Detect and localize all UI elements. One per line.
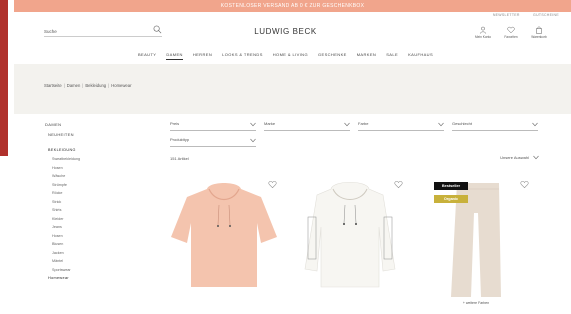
filter-label: Farbe bbox=[358, 121, 369, 126]
filter-label: Produkttyp bbox=[170, 137, 190, 142]
breadcrumb-item[interactable]: Startseite bbox=[44, 83, 62, 88]
nav-item-home-living[interactable]: HOME & LIVING bbox=[273, 52, 308, 60]
account-label: Mein Konto bbox=[474, 35, 492, 39]
product-grid: Bestseller Organic + weitere Farben bbox=[165, 177, 545, 314]
sidebar-item[interactable]: Mäntel bbox=[45, 259, 115, 268]
filter-farbe[interactable]: Farbe bbox=[358, 121, 444, 131]
account-actions: Mein Konto Favoriten Warenkorb bbox=[471, 26, 551, 39]
filter-label: Marke bbox=[264, 121, 276, 126]
bestseller-badge: Bestseller bbox=[434, 182, 468, 190]
product-card[interactable]: Bestseller Organic + weitere Farben bbox=[417, 177, 535, 314]
sidebar-item[interactable]: Blusen bbox=[45, 242, 115, 251]
chevron-down-icon bbox=[344, 122, 350, 127]
sidebar-item[interactable]: Jeans bbox=[45, 225, 115, 234]
nav-item-looks-trends[interactable]: LOOKS & TRENDS bbox=[222, 52, 263, 60]
filter-produkttyp[interactable]: Produkttyp bbox=[170, 137, 256, 147]
nav-item-geschenke[interactable]: GESCHENKE bbox=[318, 52, 347, 60]
chevron-down-icon bbox=[532, 122, 538, 127]
filter-label: Geschlecht bbox=[452, 121, 473, 126]
filter-bar: Preis Marke Farbe Geschlecht Produkttyp bbox=[170, 121, 542, 153]
sidebar-item[interactable]: Hosen bbox=[45, 234, 115, 243]
left-accent-strip bbox=[0, 0, 8, 156]
cart-button[interactable]: Warenkorb bbox=[527, 26, 551, 39]
newsletter-link[interactable]: NEWSLETTER bbox=[493, 13, 520, 17]
sidebar-item[interactable]: Shirts bbox=[45, 208, 115, 217]
chevron-down-icon bbox=[250, 138, 256, 143]
product-image-hoodie-peach[interactable] bbox=[165, 177, 283, 314]
nav-item-damen[interactable]: DAMEN bbox=[166, 52, 183, 60]
product-card[interactable] bbox=[291, 177, 409, 314]
account-button[interactable]: Mein Konto bbox=[471, 26, 495, 39]
sidebar-item[interactable]: Strick bbox=[45, 200, 115, 209]
sidebar-item[interactable]: Röcke bbox=[45, 191, 115, 200]
filter-geschlecht[interactable]: Geschlecht bbox=[452, 121, 538, 131]
result-count: 151 Artikel bbox=[170, 156, 189, 161]
breadcrumb-separator: | bbox=[82, 83, 84, 88]
breadcrumb-item[interactable]: Bekleidung bbox=[85, 83, 106, 88]
main-navigation: BEAUTY DAMEN HERREN LOOKS & TRENDS HOME … bbox=[0, 52, 571, 60]
heart-icon[interactable] bbox=[520, 180, 529, 189]
sort-label: Unsere Auswahl bbox=[500, 155, 529, 160]
nav-item-marken[interactable]: MARKEN bbox=[357, 52, 377, 60]
filter-label: Preis bbox=[170, 121, 180, 126]
bag-icon bbox=[536, 26, 542, 34]
more-colors-label: + weitere Farben bbox=[462, 301, 490, 305]
promo-banner[interactable]: KOSTENLOSER VERSAND AB 0 € ZUR GESCHENKB… bbox=[14, 0, 571, 12]
breadcrumb-separator: | bbox=[63, 83, 65, 88]
sidebar-heading[interactable]: DAMEN bbox=[45, 122, 115, 132]
chevron-down-icon bbox=[438, 122, 444, 127]
breadcrumb-current: Homewear bbox=[111, 83, 132, 88]
sidebar-item[interactable]: Wäsche bbox=[45, 174, 115, 183]
organic-badge: Organic bbox=[434, 195, 468, 203]
sidebar-item[interactable]: Sweatbekleidung bbox=[45, 157, 115, 166]
breadcrumb-separator: | bbox=[108, 83, 110, 88]
sort-dropdown[interactable]: Unsere Auswahl bbox=[500, 155, 539, 160]
product-card[interactable] bbox=[165, 177, 283, 314]
category-sidebar: DAMEN NEUHEITEN BEKLEIDUNG Sweatbekleidu… bbox=[45, 122, 115, 285]
breadcrumb: Startseite | Damen | Bekleidung | Homewe… bbox=[44, 83, 131, 88]
breadcrumb-item[interactable]: Damen bbox=[67, 83, 81, 88]
chevron-down-icon bbox=[250, 122, 256, 127]
nav-item-kaufhaus[interactable]: KAUFHAUS bbox=[408, 52, 433, 60]
favorites-label: Favoriten bbox=[504, 35, 518, 39]
nav-item-beauty[interactable]: BEAUTY bbox=[138, 52, 156, 60]
sidebar-item[interactable]: Sportswear bbox=[45, 268, 115, 277]
filter-marke[interactable]: Marke bbox=[264, 121, 350, 131]
nav-item-sale[interactable]: SALE bbox=[386, 52, 398, 60]
heart-icon[interactable] bbox=[268, 180, 277, 189]
chevron-down-icon bbox=[533, 155, 539, 160]
cart-label: Warenkorb bbox=[531, 35, 547, 39]
sidebar-item[interactable]: Kleider bbox=[45, 217, 115, 226]
sidebar-category-bekleidung[interactable]: BEKLEIDUNG bbox=[45, 148, 115, 157]
heart-icon[interactable] bbox=[394, 180, 403, 189]
sidebar-item[interactable]: Strümpfe bbox=[45, 183, 115, 192]
sidebar-item-homewear-active[interactable]: Homewear bbox=[45, 276, 115, 285]
sidebar-item-neuheiten[interactable]: NEUHEITEN bbox=[45, 132, 115, 148]
favorites-button[interactable]: Favoriten bbox=[499, 26, 523, 39]
gutscheine-link[interactable]: GUTSCHEINE bbox=[533, 13, 559, 17]
sidebar-item[interactable]: Hosen bbox=[45, 166, 115, 175]
sidebar-item[interactable]: Jacken bbox=[45, 251, 115, 260]
breadcrumb-band: Startseite | Damen | Bekleidung | Homewe… bbox=[14, 64, 571, 114]
nav-item-herren[interactable]: HERREN bbox=[193, 52, 212, 60]
heart-icon bbox=[507, 26, 515, 34]
filter-preis[interactable]: Preis bbox=[170, 121, 256, 131]
utility-links: NEWSLETTER GUTSCHEINE bbox=[481, 13, 559, 17]
user-icon bbox=[479, 26, 487, 34]
product-image-hoodie-white[interactable] bbox=[291, 177, 409, 314]
